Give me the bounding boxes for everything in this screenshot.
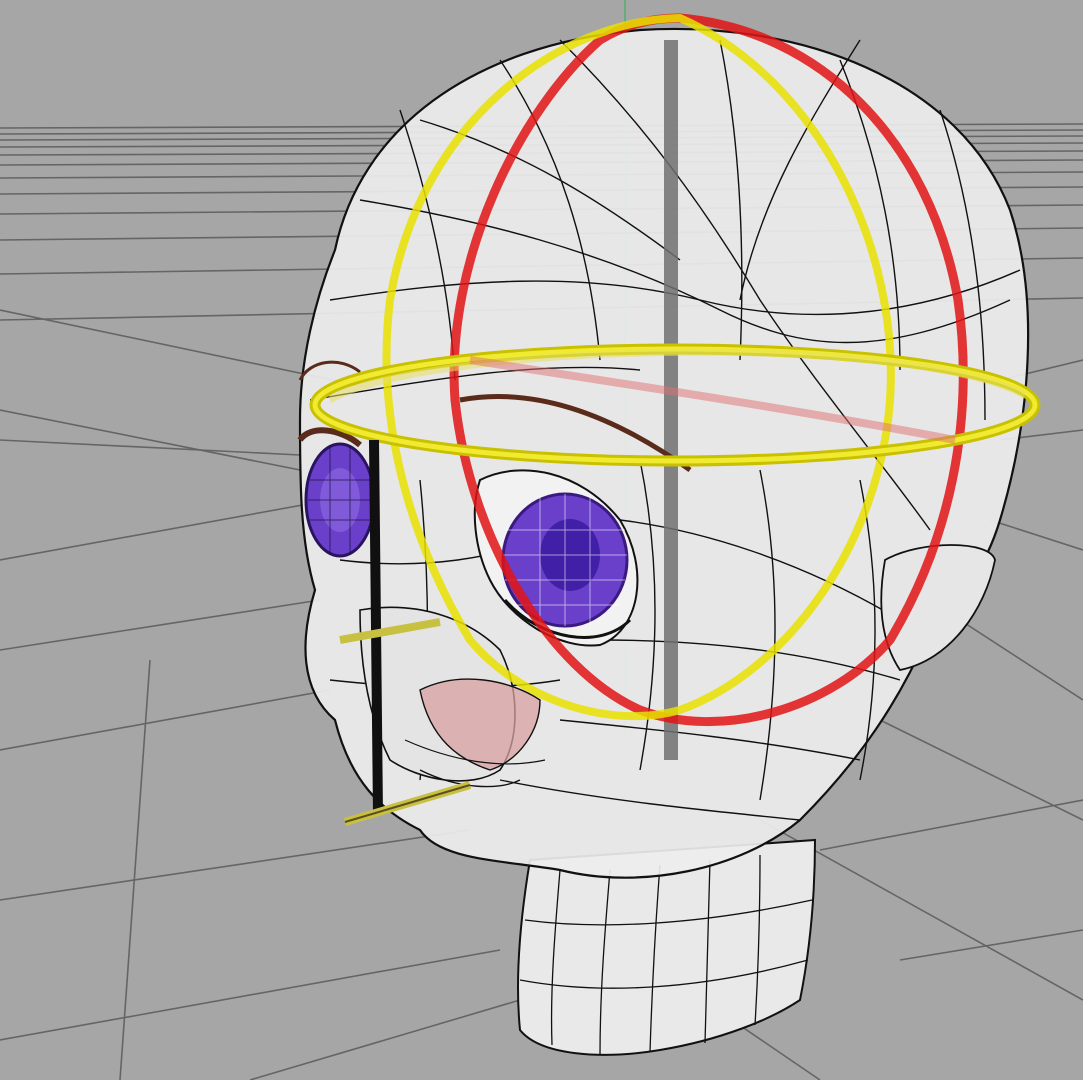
center-axis-bar — [664, 40, 678, 760]
3d-viewport[interactable] — [0, 0, 1083, 1080]
jaw-bone[interactable] — [369, 439, 383, 816]
